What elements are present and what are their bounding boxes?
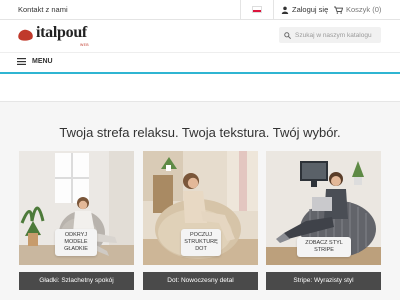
category-card-smooth[interactable]: ODKRYJ MODELE GŁADKIE Gładki: Szlachetny… (19, 151, 134, 290)
cart-label: Koszyk (0) (346, 5, 382, 14)
cart-link[interactable]: Koszyk (0) (334, 5, 381, 14)
cta-button[interactable]: POCZUJ STRUKTURĘ DOT (181, 229, 221, 256)
category-card-stripe[interactable]: ZOBACZ STYL STRIPE Stripe: Wyrazisty sty… (266, 151, 381, 290)
menu-button[interactable]: MENU (17, 58, 53, 65)
user-icon (281, 6, 289, 14)
logo-subtext: WEB (80, 43, 89, 47)
top-bar: Kontakt z nami Zaloguj się Koszyk (0) (0, 0, 400, 20)
nav-bar: MENU (0, 52, 400, 72)
menu-label: MENU (32, 58, 53, 65)
cta-button[interactable]: ODKRYJ MODELE GŁADKIE (55, 229, 97, 256)
search-input[interactable] (295, 31, 380, 39)
cart-icon (334, 6, 343, 14)
hero-tagline: Twoja strefa relaksu. Twoja tekstura. Tw… (59, 125, 341, 140)
card-caption[interactable]: Gładki: Szlachetny spokój (19, 272, 134, 290)
card-caption[interactable]: Stripe: Wyrazisty styl (266, 272, 381, 290)
poland-flag-icon[interactable] (252, 6, 262, 13)
search-icon[interactable] (284, 31, 291, 39)
divider (273, 0, 274, 20)
login-link[interactable]: Zaloguj się (281, 5, 328, 14)
site-logo[interactable]: italpouf WEB (17, 24, 89, 47)
divider (240, 0, 241, 20)
search-box[interactable] (279, 27, 381, 43)
content-spacer (0, 74, 400, 102)
pouf-logo-icon (18, 29, 33, 41)
card-caption[interactable]: Dot: Nowoczesny detal (143, 272, 258, 290)
contact-link[interactable]: Kontakt z nami (18, 5, 68, 14)
hamburger-icon (17, 58, 26, 65)
logo-text: italpouf (36, 24, 87, 41)
category-card-dot[interactable]: POCZUJ STRUKTURĘ DOT Dot: Nowoczesny det… (143, 151, 258, 290)
cta-button[interactable]: ZOBACZ STYL STRIPE (297, 237, 351, 257)
login-label: Zaloguj się (292, 5, 329, 14)
